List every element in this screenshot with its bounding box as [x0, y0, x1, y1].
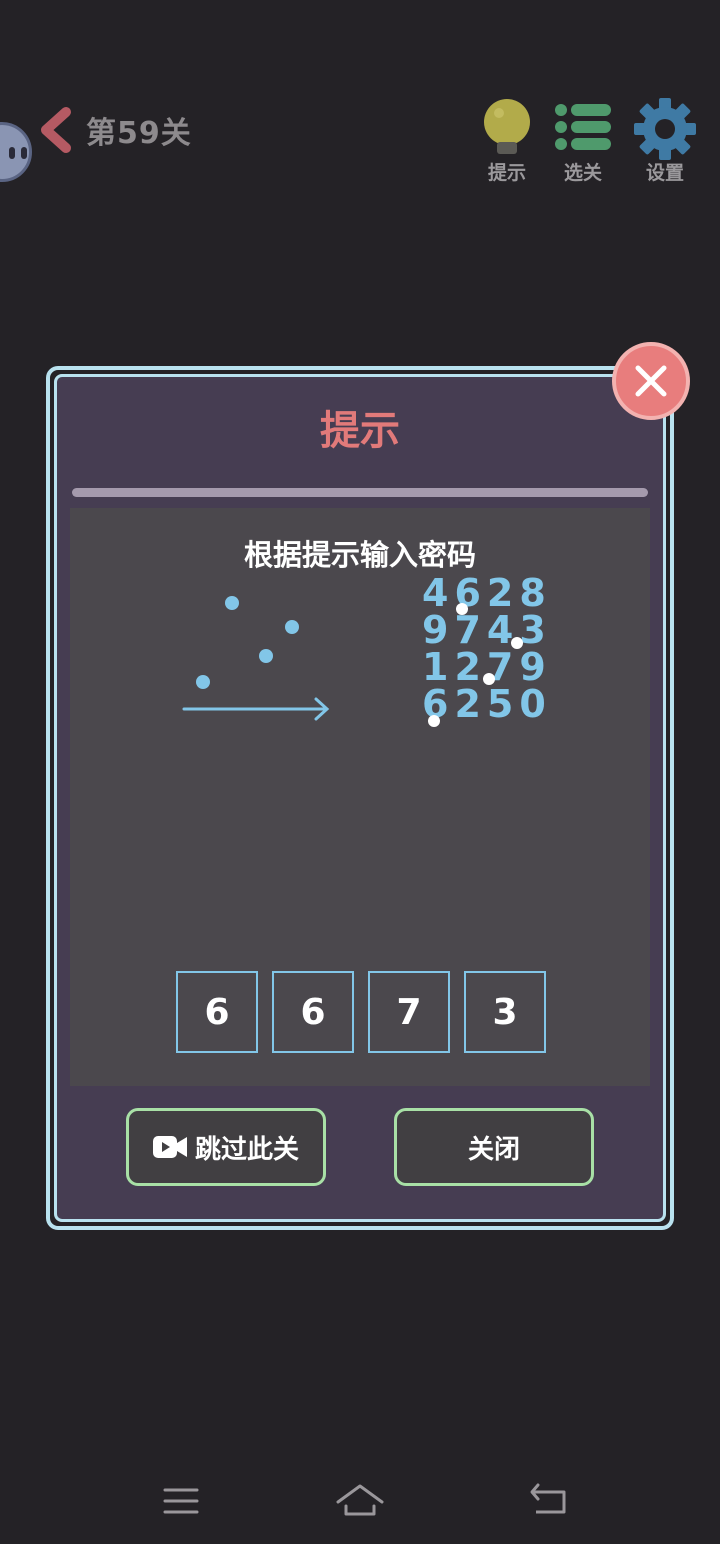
skip-level-button[interactable]: 跳过此关	[126, 1108, 326, 1186]
level-select-label: 选关	[563, 162, 602, 184]
code-digit-1[interactable]: 6	[176, 971, 258, 1053]
direction-arrow-icon	[182, 697, 330, 721]
level-title: 第59关	[86, 116, 192, 151]
divider	[72, 488, 648, 497]
menu-icon[interactable]	[162, 1480, 200, 1520]
video-camera-icon	[152, 1135, 187, 1159]
close-button[interactable]: 关闭	[394, 1108, 594, 1186]
lightbulb-icon	[484, 99, 530, 154]
avatar-eye	[9, 147, 15, 159]
hint-illustration: 4628 9743 1279 6250	[182, 571, 552, 727]
list-icon	[555, 104, 611, 150]
level-select-button[interactable]: 选关	[548, 98, 618, 188]
pattern-dots	[196, 596, 299, 689]
avatar[interactable]	[0, 122, 32, 182]
back-arrow-icon[interactable]	[36, 106, 76, 154]
settings-button[interactable]: 设置	[630, 98, 700, 188]
code-digit-4[interactable]: 3	[464, 971, 546, 1053]
close-button-label: 关闭	[467, 1134, 520, 1165]
dialog-close-icon[interactable]	[612, 342, 690, 420]
home-icon[interactable]	[334, 1480, 386, 1520]
back-nav-icon[interactable]	[528, 1480, 570, 1520]
dialog-title: 提示	[320, 408, 400, 454]
skip-level-label: 跳过此关	[194, 1134, 299, 1165]
hint-button[interactable]: 提示	[472, 98, 542, 188]
code-digit-2[interactable]: 6	[272, 971, 354, 1053]
hint-button-label: 提示	[487, 162, 526, 184]
code-digit-3[interactable]: 7	[368, 971, 450, 1053]
hint-row: 6250	[422, 682, 552, 726]
gear-icon	[634, 98, 696, 160]
settings-label: 设置	[645, 162, 684, 184]
avatar-eye	[21, 147, 27, 159]
